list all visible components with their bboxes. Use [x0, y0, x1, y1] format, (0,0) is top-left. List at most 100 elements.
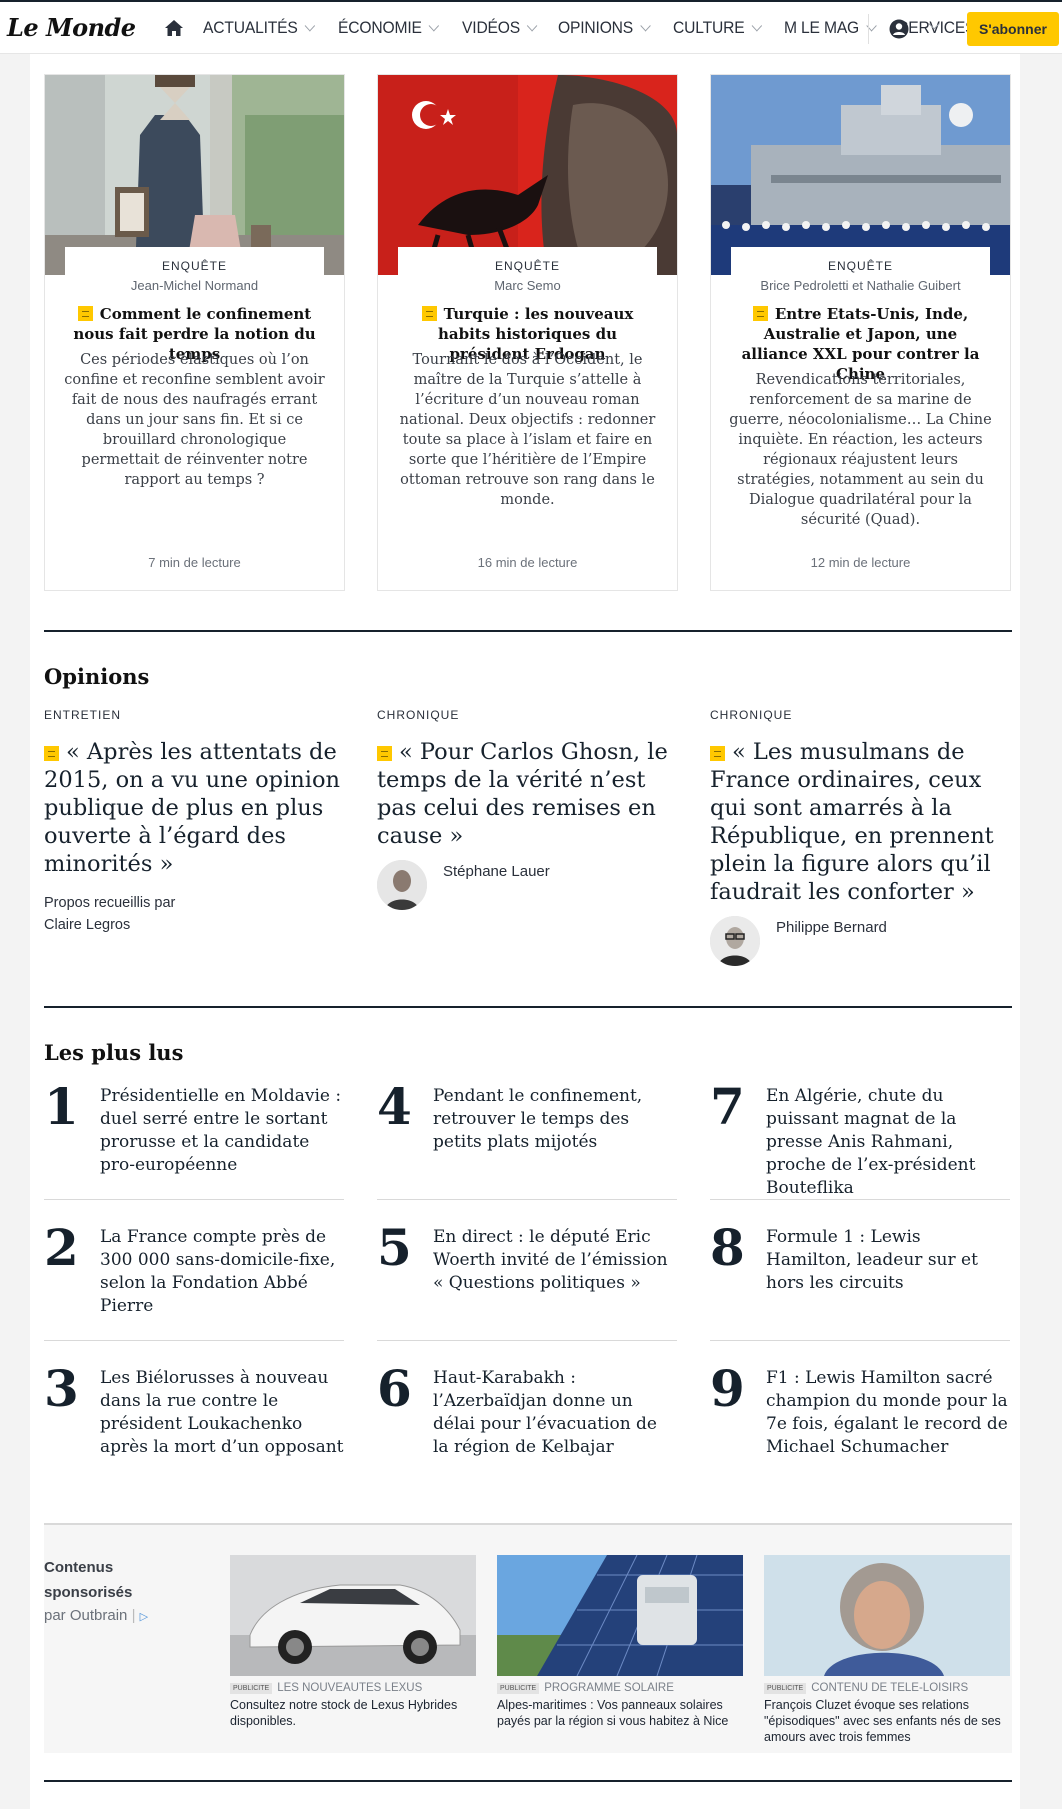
- nav-item-videos[interactable]: VIDÉOS: [451, 2, 546, 53]
- opinion-author[interactable]: Philippe Bernard: [710, 916, 1010, 966]
- sponsored-source: CONTENU DE TELE-LOISIRS: [811, 1682, 969, 1694]
- opinion-author[interactable]: Stéphane Lauer: [377, 860, 677, 910]
- sponsored-title[interactable]: Consultez notre stock de Lexus Hybrides …: [230, 1697, 476, 1729]
- home-icon[interactable]: [164, 18, 184, 38]
- most-read-title-link[interactable]: Les Biélorusses à nouveau dans la rue co…: [100, 1367, 344, 1459]
- most-read-title-link[interactable]: Pendant le confinement, retrouver le tem…: [433, 1085, 677, 1154]
- section-divider: [44, 1006, 1012, 1008]
- card-description: Revendications territoriales, renforceme…: [729, 372, 992, 528]
- rank-number: 6: [377, 1359, 412, 1418]
- nav-item-economie[interactable]: ÉCONOMIE: [327, 2, 447, 53]
- most-read-title: Les plus lus: [44, 1040, 184, 1065]
- sponsored-item[interactable]: PUBLICITE PROGRAMME SOLAIRE Alpes-maritim…: [497, 1555, 743, 1729]
- article-card[interactable]: ENQUÊTE Jean-Michel Normand Comment le c…: [44, 74, 345, 591]
- article-image-navy-ship[interactable]: [711, 75, 1010, 275]
- opinion-item[interactable]: CHRONIQUE « Les musulmans de France ordi…: [710, 708, 1010, 966]
- most-read-title-link[interactable]: Présidentielle en Moldavie : duel serré …: [100, 1085, 344, 1177]
- sponsored-title[interactable]: François Cluzet évoque ses relations "ép…: [764, 1697, 1010, 1745]
- chevron-down-icon: [640, 19, 651, 32]
- article-image-hourglass[interactable]: [45, 75, 344, 275]
- le-monde-logo[interactable]: Le Monde: [7, 13, 136, 42]
- sponsored-image-portrait[interactable]: [764, 1555, 1010, 1676]
- card-kicker: ENQUÊTE: [494, 259, 560, 273]
- outbrain-play-icon: ▷: [139, 1611, 149, 1623]
- most-read-title-link[interactable]: La France compte près de 300 000 sans-do…: [100, 1226, 344, 1318]
- sponsored-image-solar[interactable]: [497, 1555, 743, 1676]
- opinion-quote[interactable]: « Pour Carlos Ghosn, le temps de la véri…: [377, 738, 677, 850]
- opinion-kind: CHRONIQUE: [377, 708, 460, 722]
- most-read-title-link[interactable]: Haut-Karabakh : l’Azerbaïdjan donne un d…: [433, 1367, 677, 1459]
- byline-prefix: Propos recueillis par: [44, 895, 176, 911]
- sponsored-meta: PUBLICITE CONTENU DE TELE-LOISIRS: [764, 1682, 1010, 1694]
- sponsored-section: Contenus sponsorisés par Outbrain | ▷ PUB…: [44, 1523, 1012, 1753]
- article-card[interactable]: ENQUÊTE Brice Pedroletti et Nathalie Gui…: [710, 74, 1011, 591]
- item-divider: [44, 1340, 344, 1341]
- chevron-down-icon: [527, 19, 538, 32]
- ad-badge: PUBLICITE: [497, 1682, 540, 1694]
- section-divider: [44, 1780, 1012, 1782]
- article-card[interactable]: ENQUÊTE Marc Semo Turquie : les nouveaux…: [377, 74, 678, 591]
- nav-item-actualites[interactable]: ACTUALITÉS: [192, 2, 323, 53]
- card-description: Ces périodes élastiques où l’on confine …: [64, 352, 325, 488]
- rank-number: 5: [377, 1218, 412, 1277]
- nav-item-opinions[interactable]: OPINIONS: [547, 2, 659, 53]
- sponsored-title[interactable]: Alpes-maritimes : Vos panneaux solaires …: [497, 1697, 743, 1729]
- item-divider: [44, 1199, 344, 1200]
- rank-number: 8: [710, 1218, 745, 1277]
- subscriber-badge-icon: [710, 746, 725, 761]
- article-image-turkey[interactable]: [378, 75, 677, 275]
- outbrain-link[interactable]: par Outbrain | ▷: [44, 1607, 148, 1624]
- nav-divider: [868, 14, 869, 44]
- most-read-title-link[interactable]: En direct : le député Eric Woerth invité…: [433, 1226, 677, 1295]
- sponsored-source: PROGRAMME SOLAIRE: [544, 1682, 674, 1694]
- rank-number: 9: [710, 1359, 745, 1418]
- account-icon[interactable]: [889, 19, 909, 39]
- subscriber-badge-icon: [44, 746, 59, 761]
- item-divider: [377, 1340, 677, 1341]
- nav-menu: ACTUALITÉS ÉCONOMIE VIDÉOS OPINIONS CULT…: [192, 2, 1005, 53]
- sponsored-item[interactable]: PUBLICITE LES NOUVEAUTES LEXUS Consultez …: [230, 1555, 476, 1729]
- most-read-title-link[interactable]: F1 : Lewis Hamilton sacré champion du mo…: [766, 1367, 1010, 1459]
- opinion-byline: Propos recueillis par Claire Legros: [44, 892, 344, 936]
- most-read-title-link[interactable]: Formule 1 : Lewis Hamilton, leadeur sur …: [766, 1226, 1010, 1295]
- opinion-item[interactable]: ENTRETIEN « Après les attentats de 2015,…: [44, 708, 344, 936]
- card-label-box: [398, 247, 657, 305]
- chevron-down-icon: [304, 19, 315, 32]
- rank-number: 3: [44, 1359, 79, 1418]
- byline-author[interactable]: Claire Legros: [44, 914, 344, 936]
- chevron-down-icon: [429, 19, 440, 32]
- subscriber-badge-icon: [421, 306, 437, 321]
- sponsored-image-car[interactable]: [230, 1555, 476, 1676]
- sponsored-meta: PUBLICITE PROGRAMME SOLAIRE: [497, 1682, 743, 1694]
- subscribe-button[interactable]: S'abonner: [967, 12, 1059, 46]
- ad-badge: PUBLICITE: [764, 1682, 807, 1694]
- card-author: Marc Semo: [494, 278, 561, 293]
- opinion-quote[interactable]: « Après les attentats de 2015, on a vu u…: [44, 738, 344, 878]
- card-label-box: [65, 247, 324, 305]
- sponsored-source: LES NOUVEAUTES LEXUS: [277, 1682, 423, 1694]
- item-divider: [710, 1199, 1010, 1200]
- reading-time: 16 min de lecture: [477, 555, 578, 570]
- card-description: Tournant le dos à l’Occident, le maître …: [399, 352, 656, 508]
- rank-number: 2: [44, 1218, 79, 1277]
- author-name: Philippe Bernard: [776, 919, 887, 936]
- ad-badge: PUBLICITE: [230, 1682, 273, 1694]
- card-label-box: [731, 247, 990, 305]
- most-read-title-link[interactable]: En Algérie, chute du puissant magnat de …: [766, 1085, 1010, 1200]
- card-author: Brice Pedroletti et Nathalie Guibert: [760, 278, 961, 293]
- rank-number: 1: [44, 1077, 79, 1136]
- opinion-item[interactable]: CHRONIQUE « Pour Carlos Ghosn, le temps …: [377, 708, 677, 910]
- sponsored-item[interactable]: PUBLICITE CONTENU DE TELE-LOISIRS Françoi…: [764, 1555, 1010, 1745]
- opinion-quote[interactable]: « Les musulmans de France ordinaires, ce…: [710, 738, 1010, 906]
- opinions-title[interactable]: Opinions: [44, 664, 149, 689]
- item-divider: [377, 1199, 677, 1200]
- chevron-down-icon: [751, 19, 762, 32]
- reading-time: 12 min de lecture: [810, 555, 911, 570]
- nav-item-culture[interactable]: CULTURE: [662, 2, 770, 53]
- opinion-kind: CHRONIQUE: [710, 708, 793, 722]
- section-divider: [44, 630, 1012, 632]
- author-name: Stéphane Lauer: [443, 863, 550, 880]
- sponsored-meta: PUBLICITE LES NOUVEAUTES LEXUS: [230, 1682, 476, 1694]
- item-divider: [710, 1340, 1010, 1341]
- sponsored-label: Contenus sponsorisés: [44, 1559, 133, 1601]
